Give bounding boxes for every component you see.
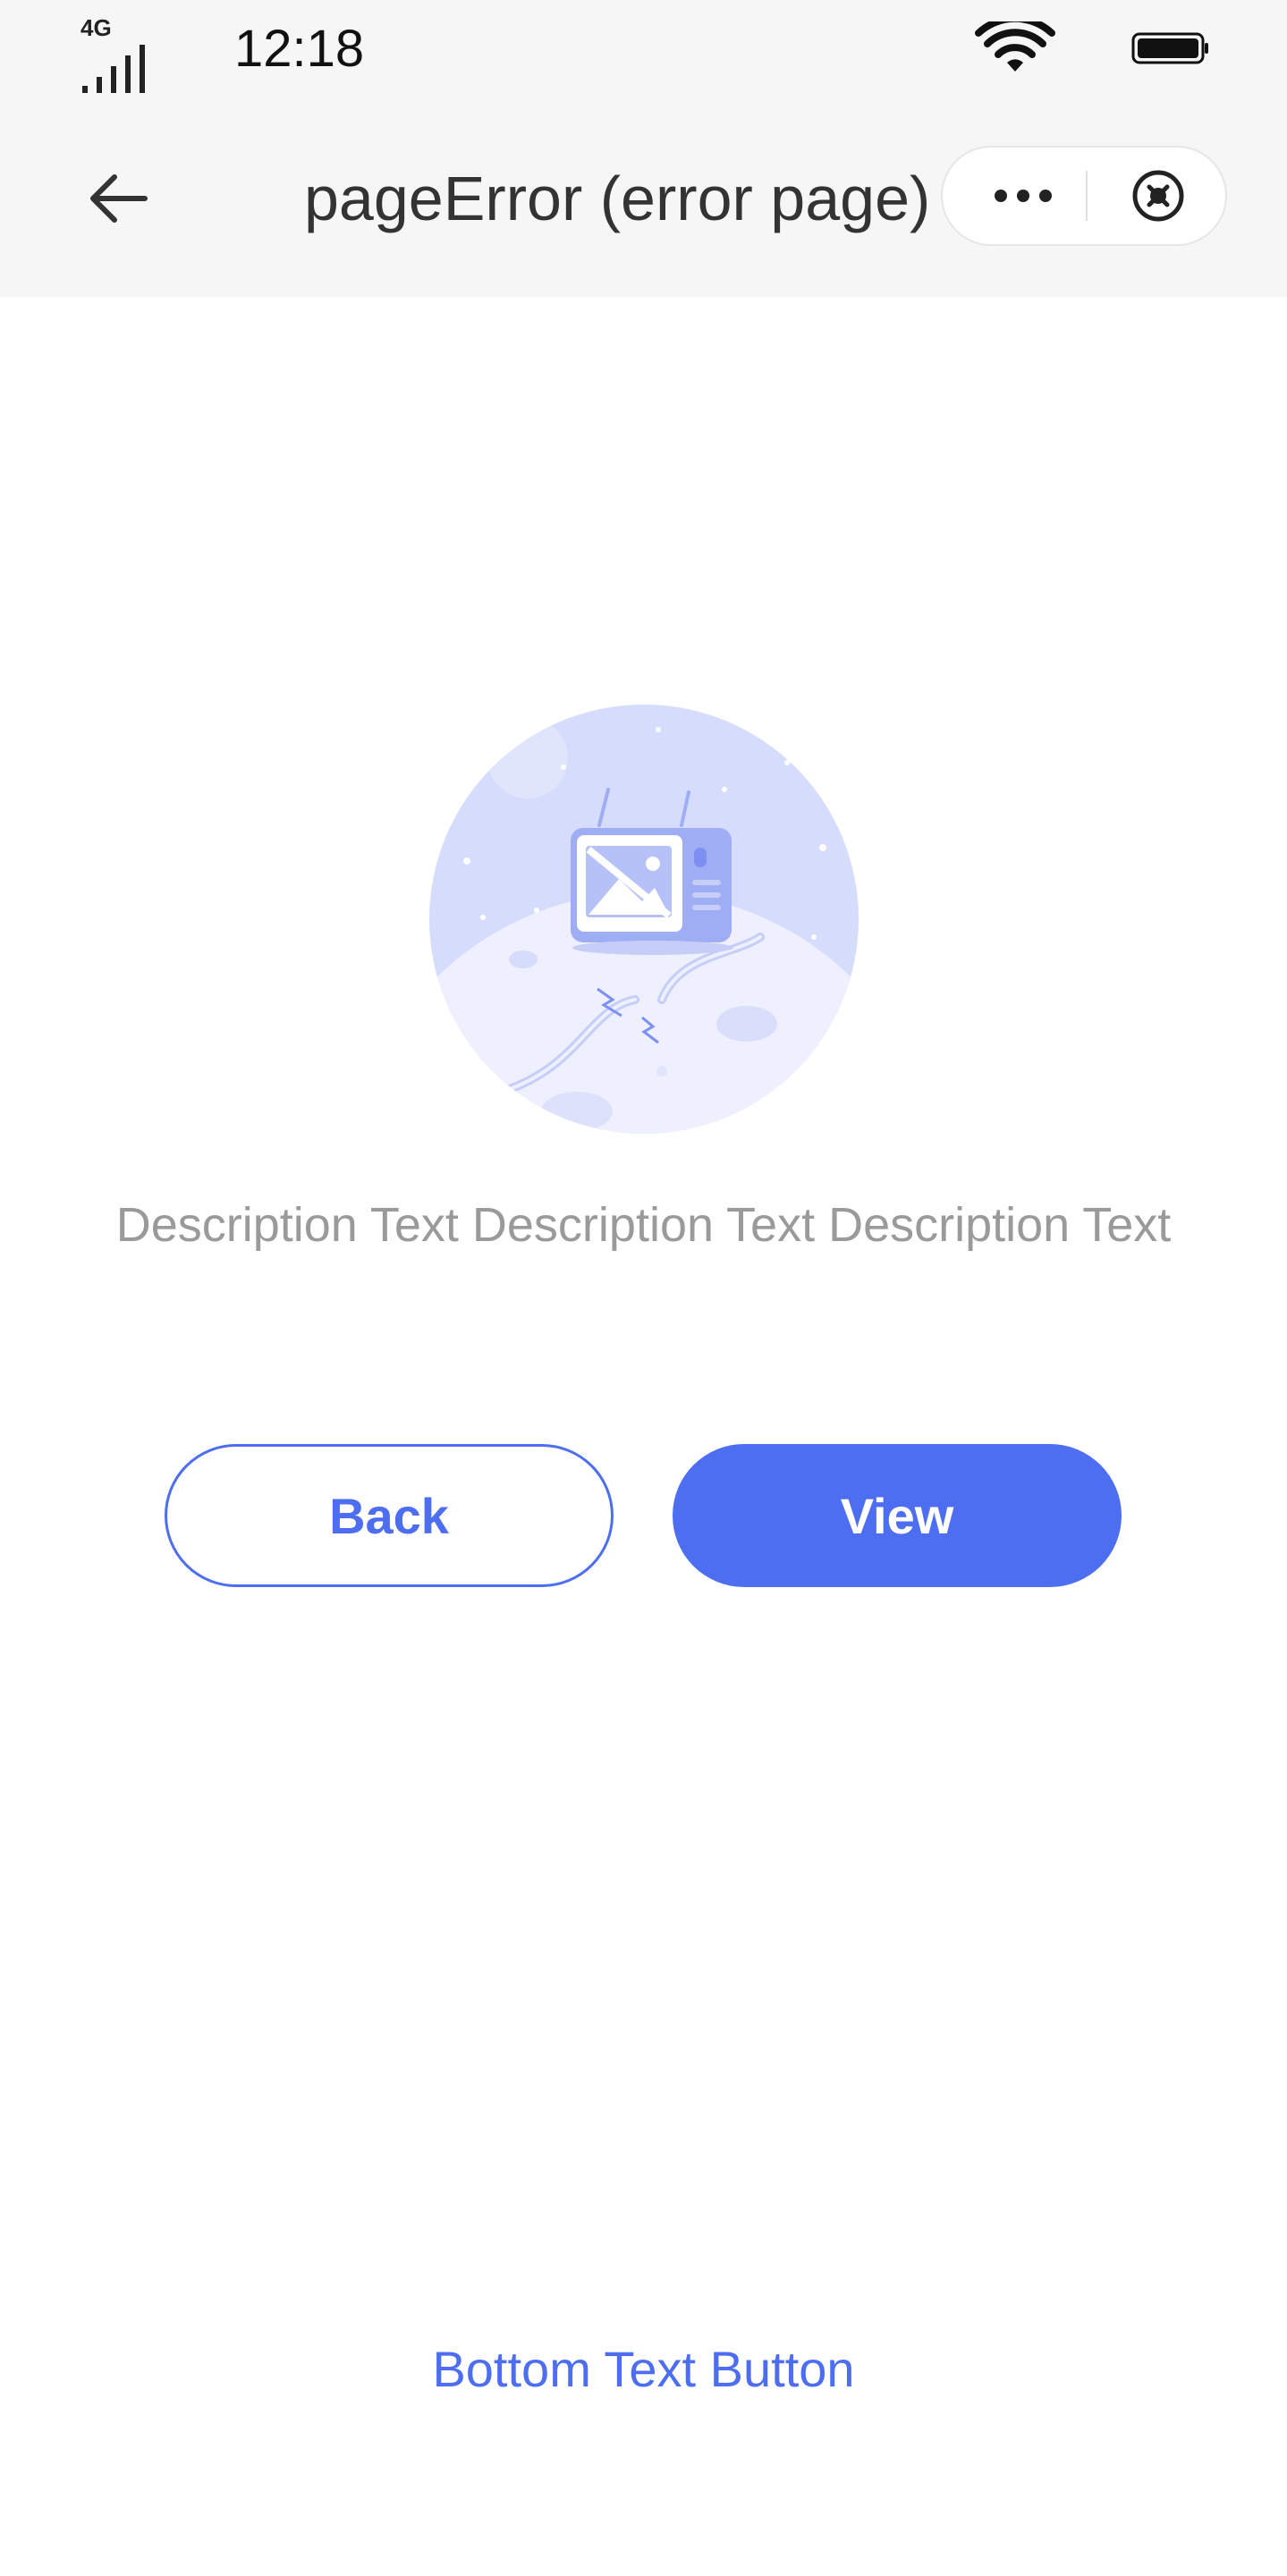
view-button[interactable]: View	[673, 1444, 1122, 1587]
close-button[interactable]	[1109, 148, 1207, 244]
mini-program-capsule	[941, 146, 1227, 246]
arrow-left-icon[interactable]	[82, 163, 154, 234]
signal-bars-icon	[82, 45, 145, 93]
more-button[interactable]	[969, 148, 1077, 244]
capsule-divider	[1086, 171, 1088, 221]
close-circle-icon	[1132, 170, 1184, 222]
status-time: 12:18	[234, 20, 365, 78]
broken-tv-on-moon-illustration	[429, 705, 859, 1134]
wifi-icon	[975, 21, 1055, 72]
signal-indicator: 4G	[80, 14, 161, 93]
back-button[interactable]: Back	[165, 1444, 614, 1587]
bottom-text-button[interactable]: Bottom Text Button	[0, 2334, 1287, 2405]
status-bar: 4G 12:18	[0, 0, 1287, 98]
description-text: Description Text Description Text Descri…	[115, 1198, 1172, 1252]
battery-icon	[1131, 32, 1208, 64]
network-type-label: 4G	[80, 14, 112, 41]
more-dots-icon	[995, 190, 1052, 202]
page-title: pageError (error page)	[304, 164, 931, 233]
